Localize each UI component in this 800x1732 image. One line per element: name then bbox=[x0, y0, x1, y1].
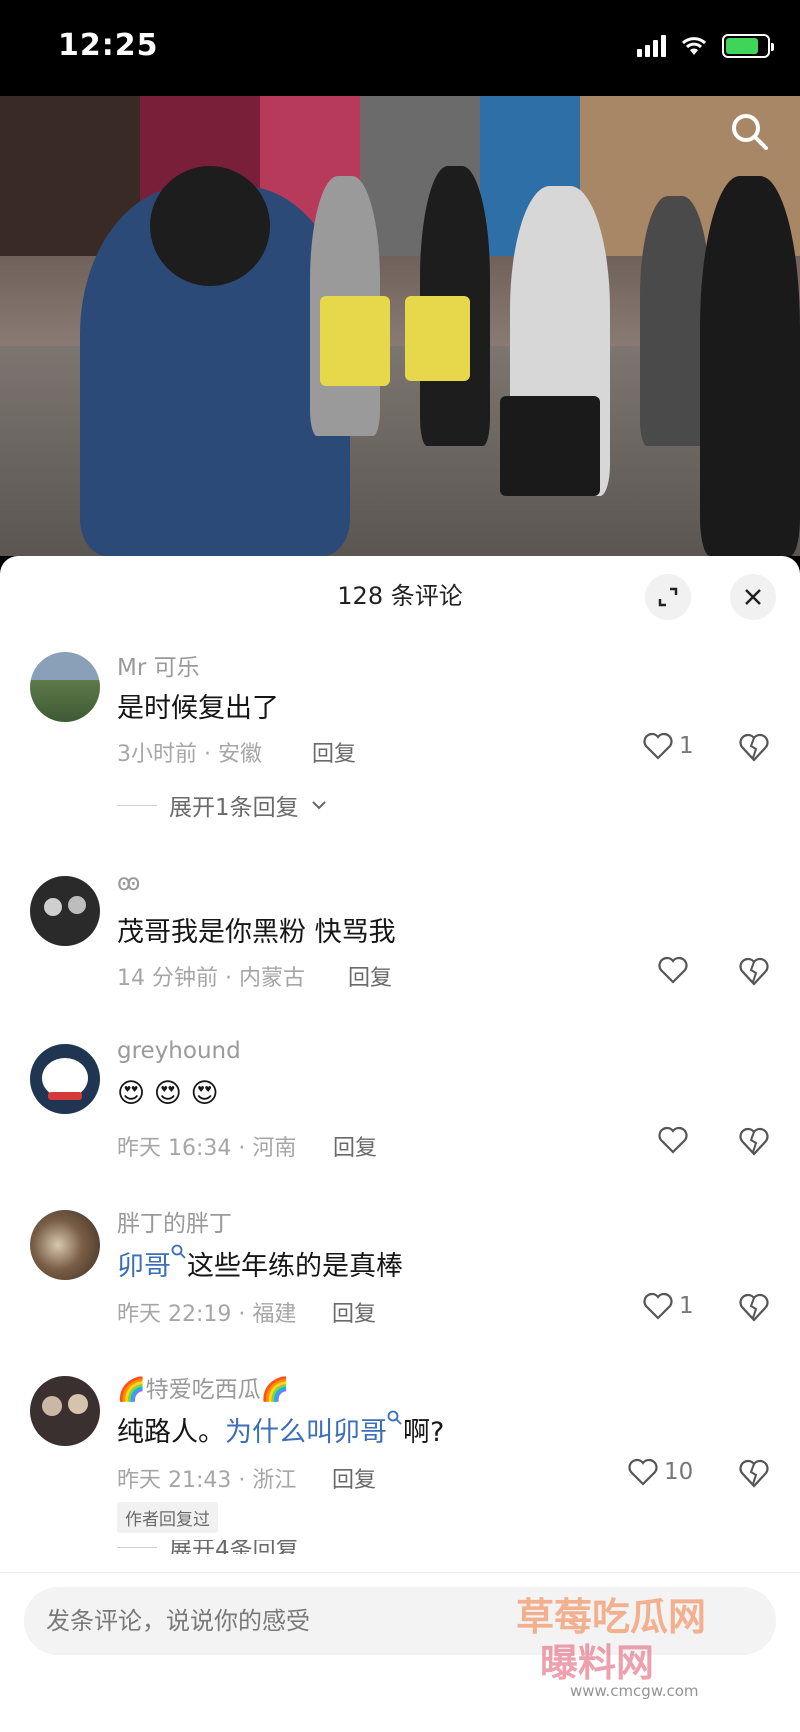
person-legs bbox=[500, 396, 600, 496]
reply-button[interactable]: 回复 bbox=[333, 1130, 377, 1162]
avatar[interactable] bbox=[30, 1044, 100, 1114]
shopping-bag bbox=[320, 296, 390, 386]
person-head bbox=[150, 166, 270, 286]
search-small-icon bbox=[387, 1410, 402, 1425]
comment-text: 茂哥我是你黑粉 快骂我 bbox=[117, 917, 396, 948]
comment-text: 卯哥 这些年练的是真棒 bbox=[117, 1244, 403, 1283]
heart-icon bbox=[643, 1292, 673, 1320]
watermark: 草莓吃瓜网 曝料网 www.cmcgw.com bbox=[500, 1586, 790, 1726]
comment-meta: 3小时前 · 安徽 bbox=[117, 742, 262, 767]
chevron-down-icon bbox=[311, 801, 326, 810]
comment-text: 是时候复出了 bbox=[117, 693, 279, 724]
comment-text-body: 这些年练的是真棒 bbox=[187, 1251, 403, 1282]
mention-link[interactable]: 为什么叫卯哥 bbox=[225, 1417, 387, 1448]
comment-meta: 昨天 22:19 · 福建 bbox=[117, 1302, 297, 1327]
expand-button[interactable] bbox=[645, 574, 691, 620]
like-button[interactable] bbox=[658, 956, 694, 984]
comment-meta: 14 分钟前 · 内蒙古 bbox=[117, 966, 305, 991]
status-time: 12:25 bbox=[58, 28, 159, 63]
search-small-icon bbox=[171, 1244, 186, 1259]
reply-button[interactable]: 回复 bbox=[332, 1462, 376, 1494]
like-button[interactable]: 1 bbox=[643, 1292, 694, 1320]
like-count: 1 bbox=[679, 1293, 694, 1319]
heart-icon bbox=[658, 1126, 688, 1154]
broken-heart-icon[interactable] bbox=[738, 732, 770, 762]
shopping-bag bbox=[405, 296, 470, 381]
search-icon[interactable] bbox=[728, 110, 772, 154]
broken-heart-icon[interactable] bbox=[738, 1458, 770, 1488]
broken-heart-icon[interactable] bbox=[738, 1292, 770, 1322]
like-button[interactable]: 1 bbox=[643, 732, 694, 760]
status-bar: 12:25 bbox=[0, 0, 800, 96]
comment-meta: 昨天 21:43 · 浙江 bbox=[117, 1468, 297, 1493]
comment-username[interactable]: greyhound bbox=[117, 1038, 241, 1064]
wifi-icon bbox=[681, 37, 707, 55]
heart-icon bbox=[658, 956, 688, 984]
watermark-line2: 曝料网 bbox=[540, 1641, 655, 1685]
like-count: 1 bbox=[679, 733, 694, 759]
broken-heart-icon[interactable] bbox=[738, 956, 770, 986]
comment-text: 😍 😍 😍 bbox=[117, 1078, 219, 1109]
avatar[interactable] bbox=[30, 876, 100, 946]
close-button[interactable] bbox=[730, 574, 776, 620]
reply-button[interactable]: 回复 bbox=[332, 1296, 376, 1328]
person bbox=[700, 176, 800, 556]
comments-sheet: 128 条评论 Mr 可乐 是时候复出了 3小时前 · 安徽 回复 1 展开1条… bbox=[0, 556, 800, 1732]
comment-input[interactable] bbox=[46, 1587, 566, 1655]
comment-text-prefix: 纯路人。 bbox=[117, 1417, 225, 1448]
comment-username[interactable]: Mr 可乐 bbox=[117, 648, 200, 682]
comment-username[interactable]: ꙭ bbox=[117, 870, 140, 896]
comment-meta: 昨天 16:34 · 河南 bbox=[117, 1136, 297, 1161]
expand-replies-label: 展开1条回复 bbox=[169, 795, 299, 821]
like-button[interactable] bbox=[658, 1126, 694, 1154]
reply-button[interactable]: 回复 bbox=[312, 736, 356, 768]
like-button[interactable]: 10 bbox=[628, 1458, 693, 1486]
avatar[interactable] bbox=[30, 652, 100, 722]
divider bbox=[117, 1546, 157, 1548]
video-player[interactable] bbox=[0, 96, 800, 556]
status-icons bbox=[637, 34, 774, 58]
broken-heart-icon[interactable] bbox=[738, 1126, 770, 1156]
comment-text: 纯路人。为什么叫卯哥 啊? bbox=[117, 1410, 444, 1449]
author-replied-badge: 作者回复过 bbox=[117, 1502, 218, 1533]
avatar[interactable] bbox=[30, 1210, 100, 1280]
battery-icon bbox=[722, 34, 774, 58]
mention-link[interactable]: 卯哥 bbox=[117, 1251, 171, 1282]
expand-icon bbox=[658, 587, 678, 607]
comment-username[interactable]: 胖丁的胖丁 bbox=[117, 1204, 232, 1238]
watermark-line3: www.cmcgw.com bbox=[570, 1682, 699, 1700]
comment-text-suffix: 啊? bbox=[403, 1417, 445, 1448]
close-icon bbox=[745, 589, 761, 605]
expand-replies-label: 展开4条回复 bbox=[169, 1540, 299, 1554]
expand-replies[interactable]: 展开1条回复 bbox=[117, 788, 327, 822]
comment-username[interactable]: 🌈特爱吃西瓜🌈 bbox=[117, 1370, 289, 1404]
reply-button[interactable]: 回复 bbox=[348, 960, 392, 992]
avatar[interactable] bbox=[30, 1376, 100, 1446]
heart-icon bbox=[628, 1458, 658, 1486]
signal-icon bbox=[637, 35, 666, 57]
heart-icon bbox=[643, 732, 673, 760]
divider bbox=[117, 804, 157, 806]
expand-replies[interactable]: 展开4条回复 bbox=[117, 1540, 299, 1554]
like-count: 10 bbox=[664, 1459, 694, 1485]
